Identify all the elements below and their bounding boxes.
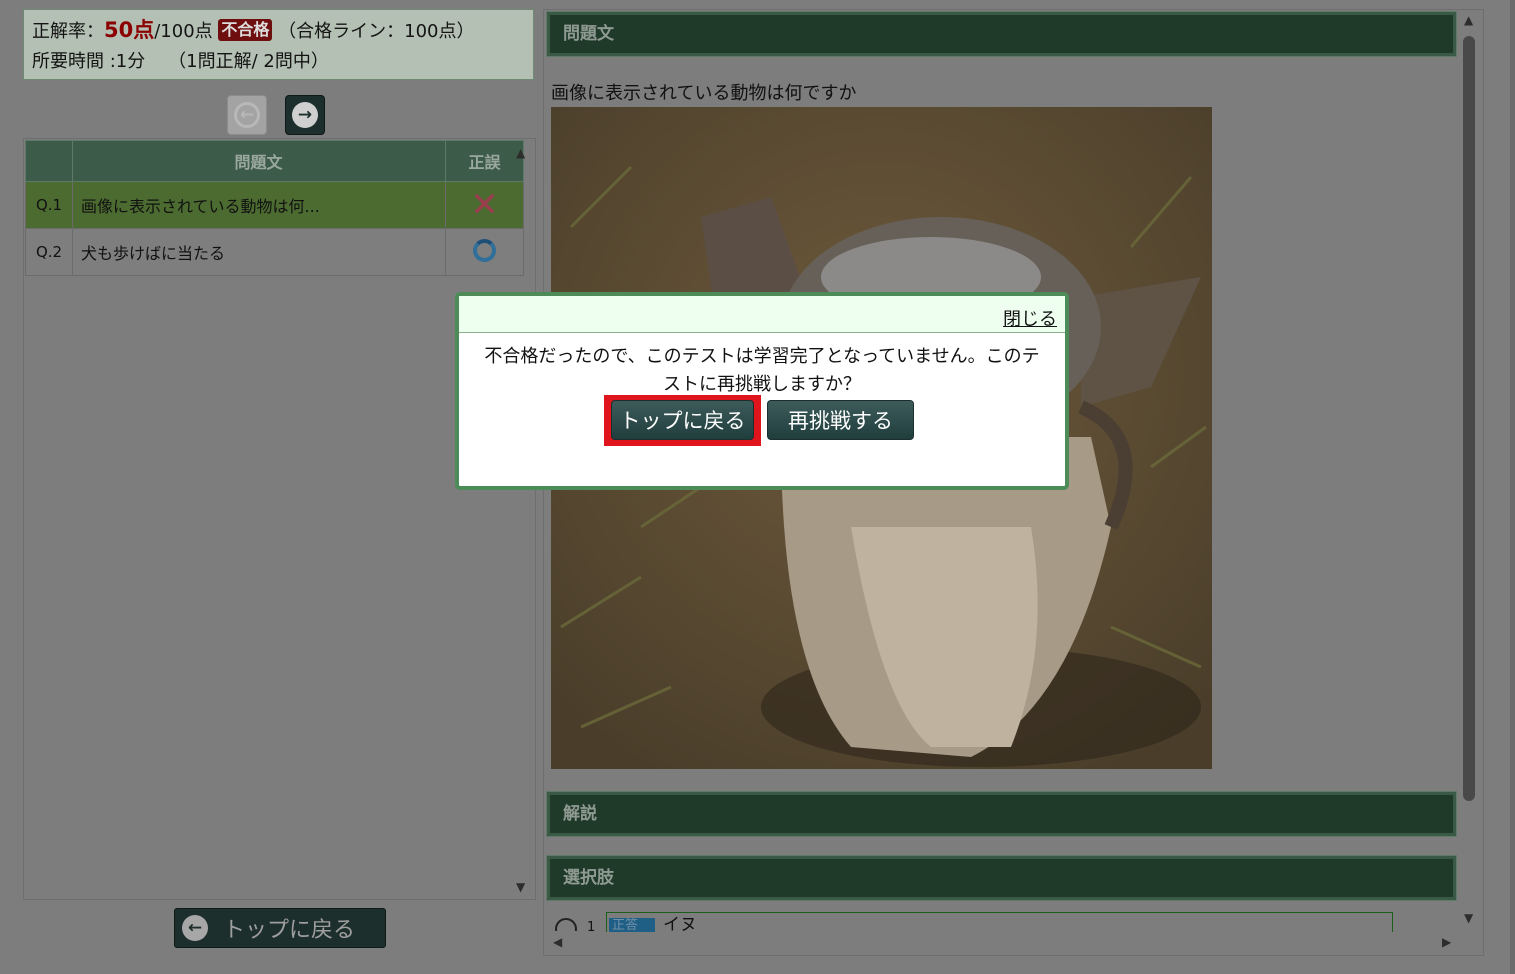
table-row[interactable]: Q.2 犬も歩けばに当たる [25, 228, 524, 276]
right-scroll-down-arrow[interactable]: ▼ [1464, 912, 1473, 924]
back-to-top-label: トップに戻る [223, 918, 356, 943]
choice-item[interactable] [606, 912, 1393, 932]
time-line: 所要時間 :1分 （1問正解/ 2問中） [32, 46, 525, 77]
result-cell: ✕ [445, 181, 524, 229]
dialog-header: 閉じる [459, 296, 1065, 333]
question-table: 問題文 正誤 Q.1 画像に表示されている動物は何... ✕ Q.2 犬も歩けば… [25, 140, 524, 276]
retry-dialog: 閉じる 不合格だったので、このテストは学習完了となっていません。このテストに再挑… [455, 292, 1069, 490]
choice-number: 1 [587, 920, 596, 932]
pass-line: （合格ライン：100点） [278, 21, 475, 42]
question-section-header: 問題文 [546, 11, 1457, 57]
result-cell [445, 228, 524, 276]
header-number [25, 140, 73, 182]
question-number: Q.2 [25, 228, 73, 276]
scroll-up-arrow[interactable]: ▲ [516, 147, 525, 159]
score-total: /100点 [154, 21, 213, 42]
top-page-button[interactable]: トップに戻る [611, 400, 754, 440]
arrow-right-icon: → [292, 102, 318, 128]
header-question: 問題文 [72, 140, 446, 182]
score-summary: 正解率：50点/100点 不合格 （合格ライン：100点） 所要時間 :1分 （… [23, 9, 534, 80]
scroll-down-arrow[interactable]: ▼ [516, 881, 525, 893]
question-list-panel: 問題文 正誤 Q.1 画像に表示されている動物は何... ✕ Q.2 犬も歩けば… [23, 138, 536, 900]
dialog-message: 不合格だったので、このテストは学習完了となっていません。このテストに再挑戦します… [484, 346, 1040, 395]
fail-badge: 不合格 [218, 19, 273, 41]
table-row[interactable]: Q.1 画像に表示されている動物は何... ✕ [25, 181, 524, 229]
right-scroll-up-arrow[interactable]: ▲ [1464, 14, 1473, 26]
time-label: 所要時間 :1分 [32, 51, 146, 72]
table-header-row: 問題文 正誤 [25, 140, 524, 182]
question-text: 画像に表示されている動物は何... [72, 181, 446, 229]
window-edge [1510, 0, 1515, 974]
header-result: 正誤 [445, 140, 524, 182]
choices-section-header: 選択肢 [546, 855, 1457, 901]
close-link[interactable]: 閉じる [1003, 305, 1057, 331]
incorrect-x-icon: ✕ [470, 185, 499, 225]
question-statement: 画像に表示されている動物は何ですか [551, 83, 857, 104]
arrow-left-icon: ← [182, 915, 208, 941]
scroll-right-arrow[interactable]: ▶ [1442, 936, 1451, 948]
score-line: 正解率：50点/100点 不合格 （合格ライン：100点） [32, 15, 525, 46]
question-text: 犬も歩けばに当たる [72, 228, 446, 276]
score-rate-label: 正解率： [32, 21, 104, 42]
question-number: Q.1 [25, 181, 73, 229]
retry-button[interactable]: 再挑戦する [767, 400, 914, 440]
back-to-top-button[interactable]: ← トップに戻る [174, 908, 386, 948]
next-question-button[interactable]: → [285, 95, 325, 135]
correct-summary: （1問正解/ 2問中） [168, 51, 329, 72]
scroll-left-arrow[interactable]: ◀ [553, 936, 562, 948]
correct-answer-tag: 正答 [609, 918, 655, 932]
right-scrollbar-thumb[interactable] [1463, 36, 1475, 801]
correct-circle-icon [473, 238, 496, 262]
arrow-left-icon: ← [234, 102, 260, 128]
prev-question-button[interactable]: ← [227, 95, 267, 135]
score-value: 50点 [104, 18, 155, 42]
explanation-section-header: 解説 [546, 791, 1457, 837]
choice-text: イヌ [663, 915, 697, 932]
